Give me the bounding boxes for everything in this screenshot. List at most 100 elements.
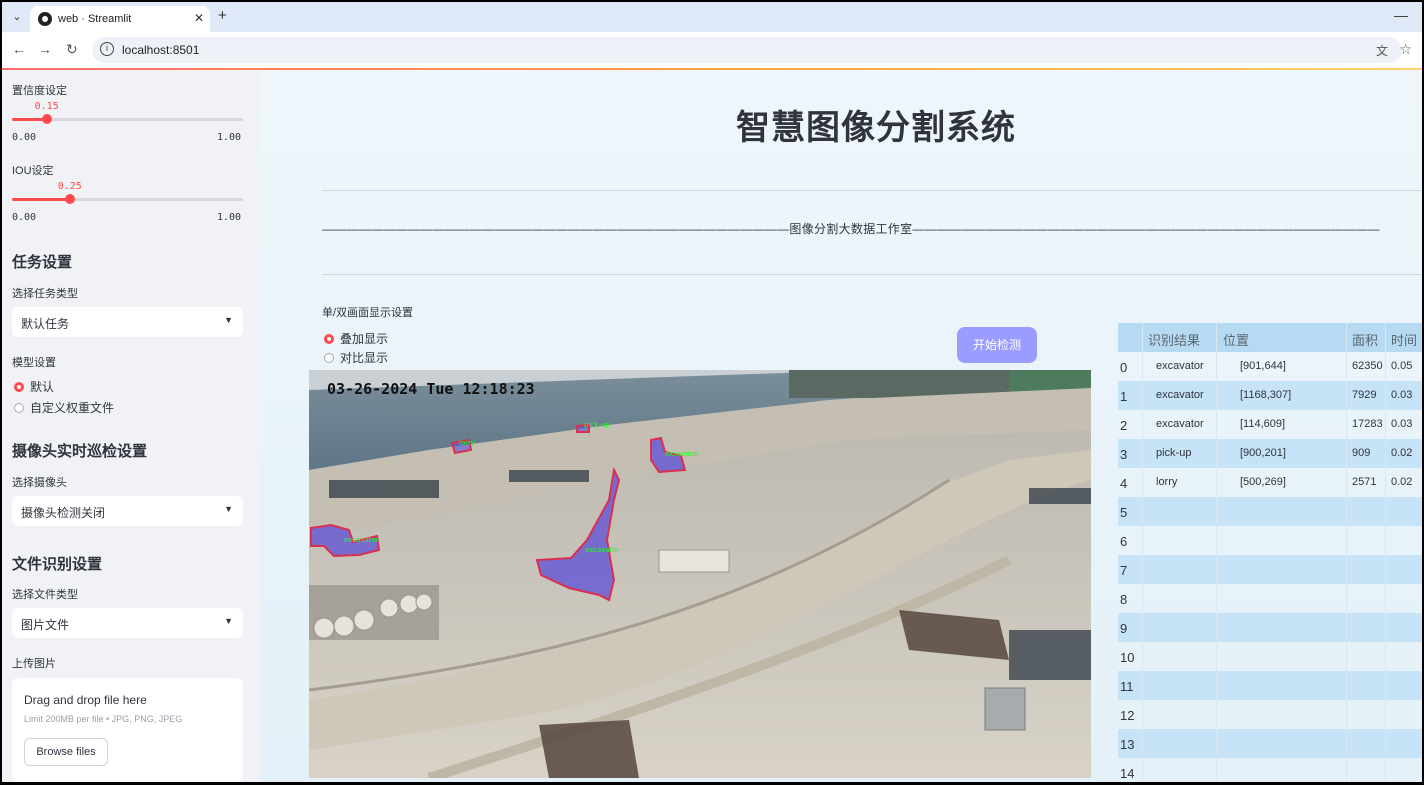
table-row[interactable]: 1 excavator [1168,307] 7929 0.03 [1118, 381, 1422, 410]
table-row[interactable]: 2 excavator [114,609] 17283 0.03 [1118, 410, 1422, 439]
file-type-value: 图片文件 [21, 618, 70, 632]
row-index: 7 [1120, 563, 1128, 578]
translate-icon[interactable]: 文 [1376, 42, 1388, 59]
display-option-overlay: 叠加显示 [340, 332, 389, 346]
construction-site-scene: excavator excavator excavator pick-up lo… [309, 370, 1091, 778]
row-index: 0 [1120, 360, 1128, 375]
table-row[interactable]: 10 [1118, 642, 1422, 671]
cell-time: 0.02 [1391, 476, 1413, 488]
streamlit-favicon-icon [38, 12, 52, 26]
table-row[interactable]: 4 lorry [500,269] 2571 0.02 [1118, 468, 1422, 497]
cell-time: 0.02 [1391, 447, 1413, 459]
sidebar: 置信度设定 0.15 0.00 1.00 IOU设定 0.25 0.00 1.0… [2, 70, 260, 782]
tab-bar: ⌄ web · Streamlit ✕ + — [2, 2, 1422, 32]
row-index: 9 [1120, 621, 1128, 636]
row-index: 6 [1120, 534, 1128, 549]
chevron-down-icon: ▼ [224, 315, 233, 325]
cell-area: 62350 [1352, 360, 1383, 372]
model-radio-default[interactable]: 默认 [14, 378, 54, 395]
divider-bottom [322, 274, 1422, 275]
cell-position: [900,201] [1240, 447, 1286, 459]
back-icon[interactable]: ← [12, 41, 26, 57]
cell-time: 0.03 [1391, 389, 1413, 401]
main-content: 智慧图像分割系统 ———————————————————————————————… [260, 70, 1422, 782]
column-divider [1142, 323, 1143, 782]
close-tab-icon[interactable]: ✕ [194, 11, 204, 25]
row-index: 2 [1120, 418, 1128, 433]
tab-title: web · Streamlit [58, 13, 132, 25]
display-radio-overlay[interactable]: 叠加显示 [324, 330, 388, 347]
forward-icon[interactable]: → [38, 41, 52, 57]
task-type-value: 默认任务 [21, 317, 70, 331]
confidence-slider[interactable] [12, 114, 243, 124]
table-row[interactable]: 0 excavator [901,644] 62350 0.05 [1118, 352, 1422, 381]
reload-icon[interactable]: ↻ [66, 41, 78, 58]
table-row[interactable]: 3 pick-up [900,201] 909 0.02 [1118, 439, 1422, 468]
cell-area: 7929 [1352, 389, 1377, 401]
camera-select[interactable]: 摄像头检测关闭 ▼ [12, 496, 243, 526]
header-result: 识别结果 [1148, 333, 1201, 348]
display-radio-compare[interactable]: 对比显示 [324, 349, 388, 366]
cell-area: 17283 [1352, 418, 1383, 430]
task-type-select[interactable]: 默认任务 ▼ [12, 307, 243, 337]
task-type-label: 选择任务类型 [12, 288, 78, 300]
table-row[interactable]: 12 [1118, 700, 1422, 729]
row-index: 11 [1120, 679, 1134, 694]
iou-slider-thumb[interactable] [64, 194, 75, 204]
confidence-value: 0.15 [34, 101, 59, 112]
table-row[interactable]: 9 [1118, 613, 1422, 642]
row-index: 4 [1120, 476, 1128, 491]
url-text: localhost:8501 [122, 43, 200, 57]
iou-slider-fill [12, 198, 70, 201]
table-row[interactable]: 6 [1118, 526, 1422, 555]
start-detection-button[interactable]: 开始检测 [957, 327, 1037, 363]
cell-position: [114,609] [1240, 418, 1286, 430]
task-settings-heading: 任务设置 [12, 254, 73, 271]
file-settings-heading: 文件识别设置 [12, 556, 103, 573]
cell-time: 0.03 [1391, 418, 1413, 430]
table-row[interactable]: 7 [1118, 555, 1422, 584]
detection-label: pick-up [584, 421, 610, 429]
new-tab-icon[interactable]: + [218, 7, 227, 24]
bookmark-star-icon[interactable]: ☆ [1399, 41, 1412, 58]
results-table[interactable]: 识别结果 位置 面积 时间 0 excavator [901,644] 62350 0.… [1118, 323, 1422, 782]
table-row[interactable]: 13 [1118, 729, 1422, 758]
table-row[interactable]: 14 [1118, 758, 1422, 782]
cell-result: pick-up [1156, 447, 1192, 459]
row-index: 8 [1120, 592, 1128, 607]
iou-min: 0.00 [12, 212, 37, 223]
row-index: 12 [1120, 708, 1135, 723]
site-info-icon[interactable]: i [100, 42, 114, 56]
file-type-select[interactable]: 图片文件 ▼ [12, 608, 243, 638]
camera-settings-heading: 摄像头实时巡检设置 [12, 443, 148, 460]
iou-slider[interactable] [12, 194, 243, 204]
confidence-max: 1.00 [217, 132, 242, 143]
studio-banner: ——————————————————————————————————————图像… [322, 222, 1380, 236]
cell-position: [1168,307] [1240, 389, 1292, 401]
header-time: 时间 [1391, 333, 1418, 348]
table-row[interactable]: 5 [1118, 497, 1422, 526]
file-type-label: 选择文件类型 [12, 589, 78, 601]
minimize-icon[interactable]: — [1394, 7, 1408, 23]
url-field[interactable]: i localhost:8501 [92, 37, 1402, 63]
confidence-slider-thumb[interactable] [41, 114, 52, 124]
model-radio-custom[interactable]: 自定义权重文件 [14, 399, 114, 416]
table-row[interactable]: 11 [1118, 671, 1422, 700]
radio-unselected-icon [324, 353, 334, 363]
table-row[interactable]: 8 [1118, 584, 1422, 613]
browser-tab[interactable]: web · Streamlit ✕ [30, 6, 210, 32]
cell-result: excavator [1156, 360, 1204, 372]
cell-position: [901,644] [1240, 360, 1286, 372]
display-option-compare: 对比显示 [340, 351, 389, 365]
browse-files-button[interactable]: Browse files [24, 738, 108, 766]
model-option-custom: 自定义权重文件 [30, 401, 115, 415]
tab-search-icon[interactable]: ⌄ [8, 8, 26, 26]
column-divider [1216, 323, 1217, 782]
file-dropzone[interactable]: Drag and drop file here Limit 200MB per … [12, 678, 243, 782]
confidence-min: 0.00 [12, 132, 37, 143]
header-area: 面积 [1352, 333, 1379, 348]
image-timestamp: 03-26-2024 Tue 12:18:23 [327, 380, 535, 398]
cell-position: [500,269] [1240, 476, 1286, 488]
radio-unselected-icon [14, 403, 24, 413]
chevron-down-icon: ▼ [224, 504, 233, 514]
